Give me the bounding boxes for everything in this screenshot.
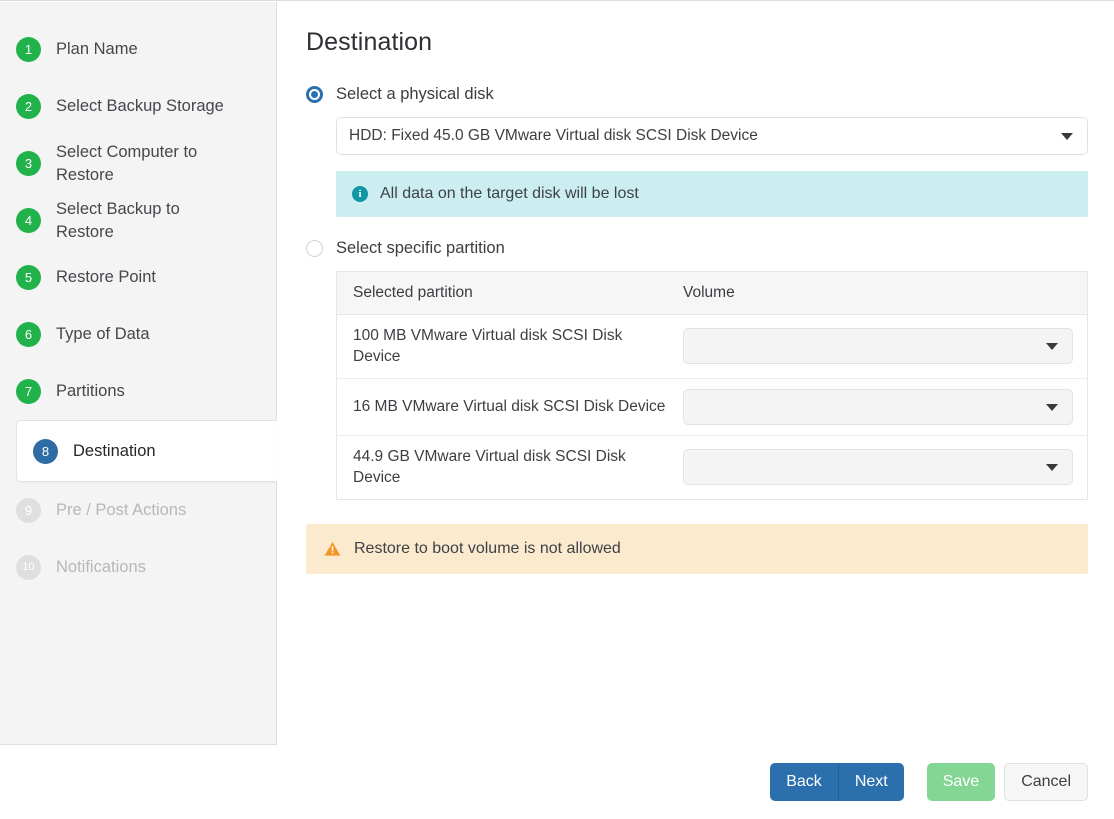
- wizard-footer: Back Next Save Cancel: [0, 746, 1114, 819]
- wizard-step-sidebar: 1 Plan Name 2 Select Backup Storage 3 Se…: [0, 2, 277, 745]
- step-number-badge: 5: [16, 265, 41, 290]
- sidebar-item-label: Partitions: [56, 382, 125, 401]
- step-number-badge: 4: [16, 208, 41, 233]
- sidebar-item-restore-point[interactable]: 5 Restore Point: [0, 249, 276, 306]
- sidebar-item-select-computer-to-restore[interactable]: 3 Select Computer to Restore: [0, 135, 276, 192]
- destination-panel: Destination Select a physical disk HDD: …: [278, 2, 1114, 745]
- partition-name-cell: 100 MB VMware Virtual disk SCSI Disk Dev…: [336, 314, 667, 379]
- step-number-badge: 7: [16, 379, 41, 404]
- warning-triangle-icon: [324, 541, 341, 556]
- sidebar-item-label: Restore Point: [56, 268, 156, 287]
- column-header-volume: Volume: [667, 271, 1088, 315]
- step-number-badge: 10: [16, 555, 41, 580]
- footer-button-area: Back Next Save Cancel: [770, 763, 1088, 801]
- volume-select[interactable]: [683, 449, 1073, 486]
- warning-alert: Restore to boot volume is not allowed: [306, 523, 1088, 574]
- step-number-badge: 9: [16, 498, 41, 523]
- sidebar-item-label: Select Computer to Restore: [56, 142, 198, 184]
- info-alert: i All data on the target disk will be lo…: [336, 171, 1088, 217]
- navigation-button-group: Back Next: [770, 763, 904, 801]
- sidebar-item-partitions[interactable]: 7 Partitions: [0, 363, 276, 420]
- volume-cell: [667, 314, 1088, 379]
- sidebar-item-label: Notifications: [56, 558, 146, 577]
- partition-table-head: Selected partition Volume: [336, 271, 1088, 315]
- step-number-badge: 6: [16, 322, 41, 347]
- back-button[interactable]: Back: [770, 763, 839, 801]
- volume-select[interactable]: [683, 388, 1073, 425]
- sidebar-item-select-backup-storage[interactable]: 2 Select Backup Storage: [0, 78, 276, 135]
- sidebar-item-pre-post-actions: 9 Pre / Post Actions: [0, 482, 276, 539]
- column-header-selected-partition: Selected partition: [336, 271, 667, 315]
- sidebar-item-label: Select Backup to Restore: [56, 199, 180, 241]
- page-title: Destination: [306, 28, 433, 56]
- chevron-down-icon[interactable]: [1046, 343, 1058, 351]
- warning-alert-text: Restore to boot volume is not allowed: [354, 539, 621, 557]
- specific-partition-radio-row[interactable]: Select specific partition: [306, 239, 1086, 258]
- volume-cell: [667, 378, 1088, 436]
- partition-name-cell: 44.9 GB VMware Virtual disk SCSI Disk De…: [353, 447, 626, 487]
- sidebar-item-type-of-data[interactable]: 6 Type of Data: [0, 306, 276, 363]
- partition-name-cell: 16 MB VMware Virtual disk SCSI Disk Devi…: [336, 378, 667, 436]
- save-button[interactable]: Save: [926, 763, 996, 801]
- info-alert-text: All data on the target disk will be lost: [380, 185, 639, 202]
- step-number-badge: 2: [16, 94, 41, 119]
- next-button[interactable]: Next: [838, 763, 904, 801]
- cancel-button[interactable]: Cancel: [1004, 763, 1088, 801]
- sidebar-item-select-backup-to-restore[interactable]: 4 Select Backup to Restore: [0, 192, 276, 249]
- sidebar-item-label: Select Backup Storage: [56, 97, 224, 116]
- radio-label-physical-disk: Select a physical disk: [336, 85, 494, 103]
- table-row: 16 MB VMware Virtual disk SCSI Disk Devi…: [336, 378, 1088, 436]
- partition-table: Selected partition Volume 100 MB VMware …: [336, 271, 1088, 500]
- physical-disk-radio-row[interactable]: Select a physical disk: [306, 85, 1086, 104]
- volume-cell: [667, 435, 1088, 499]
- restore-plan-wizard: 1 Plan Name 2 Select Backup Storage 3 Se…: [0, 0, 1114, 819]
- radio-select-physical-disk[interactable]: [306, 86, 323, 103]
- sidebar-item-notifications: 10 Notifications: [0, 539, 276, 596]
- radio-select-specific-partition[interactable]: [306, 240, 323, 257]
- chevron-down-icon[interactable]: [1046, 464, 1058, 472]
- info-icon: i: [352, 186, 368, 202]
- chevron-down-icon[interactable]: [1046, 403, 1058, 411]
- table-header-row: Selected partition Volume: [336, 271, 1088, 315]
- sidebar-item-label: Destination: [73, 441, 156, 460]
- radio-label-specific-partition: Select specific partition: [336, 239, 505, 257]
- sidebar-item-plan-name[interactable]: 1 Plan Name: [0, 21, 276, 78]
- step-number-badge: 1: [16, 37, 41, 62]
- sidebar-item-label: Plan Name: [56, 40, 138, 59]
- table-row: 44.9 GB VMware Virtual disk SCSI Disk De…: [337, 435, 1088, 499]
- sidebar-item-label: Pre / Post Actions: [56, 501, 187, 520]
- physical-disk-select[interactable]: HDD: Fixed 45.0 GB VMware Virtual disk S…: [336, 117, 1088, 155]
- physical-disk-selected-value: HDD: Fixed 45.0 GB VMware Virtual disk S…: [349, 127, 758, 144]
- step-number-badge: 3: [16, 151, 41, 176]
- sidebar-item-label: Type of Data: [56, 325, 150, 344]
- step-number-badge: 8: [33, 438, 58, 464]
- sidebar-item-destination[interactable]: 8 Destination: [16, 420, 277, 482]
- table-row: 100 MB VMware Virtual disk SCSI Disk Dev…: [336, 314, 1088, 379]
- chevron-down-icon[interactable]: [1061, 133, 1073, 140]
- volume-select[interactable]: [683, 328, 1073, 365]
- partition-table-body: 100 MB VMware Virtual disk SCSI Disk Dev…: [336, 314, 1088, 500]
